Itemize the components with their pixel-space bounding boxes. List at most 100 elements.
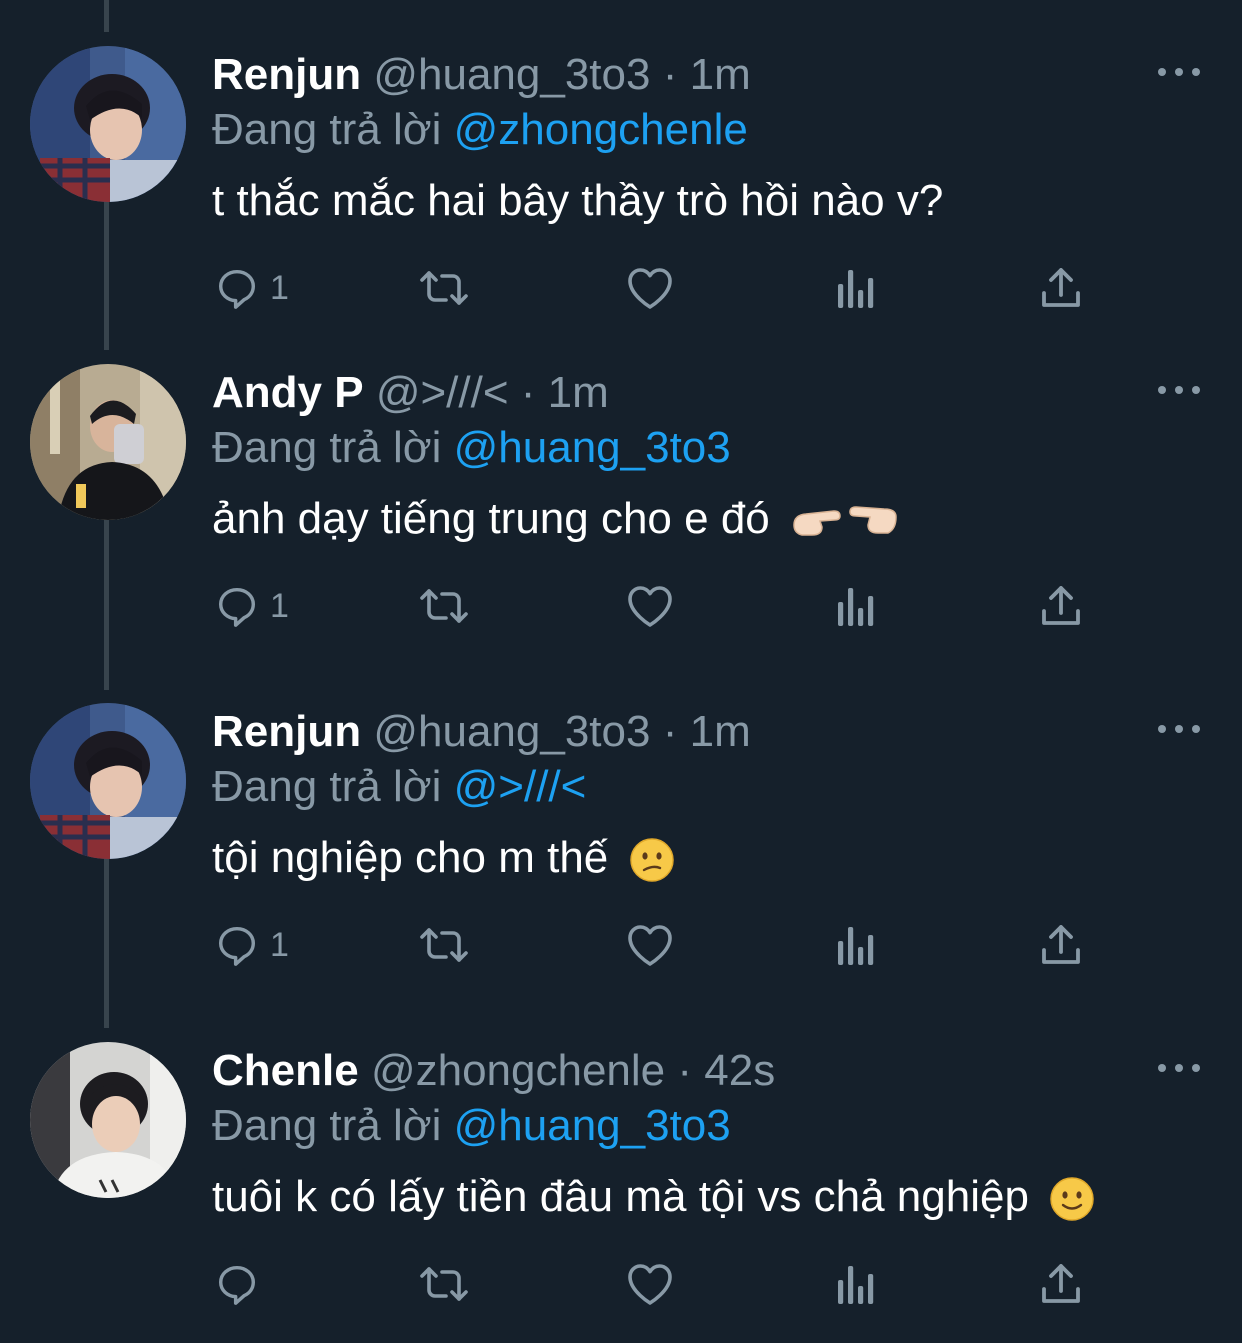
replying-to: Đang trả lời @huang_3to3	[212, 1098, 731, 1154]
retweet-icon	[420, 1267, 468, 1301]
tweet-text: tội nghiệp cho m thế	[212, 829, 675, 887]
tweet[interactable]: Renjun @huang_3to3 · 1m Đang trả lời @>/…	[0, 665, 1242, 1004]
separator: ·	[520, 368, 536, 417]
reply-count: 1	[270, 926, 289, 964]
retweet-button[interactable]	[418, 258, 470, 318]
reply-icon	[218, 587, 256, 627]
reply-icon	[218, 926, 256, 966]
replying-to: Đang trả lời @zhongchenle	[212, 102, 748, 158]
reply-button[interactable]: 1	[214, 915, 289, 975]
share-button[interactable]	[1040, 1254, 1082, 1314]
analytics-button[interactable]	[836, 1254, 876, 1314]
retweet-button[interactable]	[418, 915, 470, 975]
retweet-icon	[420, 589, 468, 623]
handle[interactable]: @>///<	[376, 368, 509, 417]
timestamp[interactable]: 1m	[690, 707, 751, 756]
timestamp[interactable]: 42s	[704, 1046, 775, 1095]
retweet-icon	[420, 928, 468, 962]
more-icon[interactable]	[1158, 62, 1200, 82]
retweet-icon	[420, 271, 468, 305]
replying-to-label: Đang trả lời	[212, 423, 442, 472]
display-name[interactable]: Renjun	[212, 707, 361, 756]
like-icon	[628, 586, 672, 627]
share-button[interactable]	[1040, 915, 1082, 975]
tweet-actions: 1	[0, 258, 1242, 318]
replying-to-label: Đang trả lời	[212, 1101, 442, 1150]
share-button[interactable]	[1040, 258, 1082, 318]
tweet-actions: 1	[0, 915, 1242, 975]
tweet-text: tuôi k có lấy tiền đâu mà tội vs chả ngh…	[212, 1168, 1095, 1226]
reply-button[interactable]: 1	[214, 258, 289, 318]
replying-to-label: Đang trả lời	[212, 762, 442, 811]
separator: ·	[662, 50, 678, 99]
tweet-actions	[0, 1254, 1242, 1314]
like-icon	[628, 925, 672, 966]
display-name[interactable]: Andy P	[212, 368, 364, 417]
avatar[interactable]	[30, 703, 186, 859]
display-name[interactable]: Renjun	[212, 50, 361, 99]
like-button[interactable]	[626, 915, 674, 975]
retweet-button[interactable]	[418, 576, 470, 636]
share-icon	[1042, 1264, 1080, 1303]
like-icon	[628, 268, 672, 309]
analytics-button[interactable]	[836, 258, 876, 318]
tweet-text-content: tuôi k có lấy tiền đâu mà tội vs chả ngh…	[212, 1172, 1029, 1221]
tweet-actions: 1	[0, 576, 1242, 636]
timestamp[interactable]: 1m	[548, 368, 609, 417]
tweet[interactable]: Renjun @huang_3to3 · 1m Đang trả lời @zh…	[0, 8, 1242, 347]
avatar[interactable]	[30, 46, 186, 202]
like-button[interactable]	[626, 1254, 674, 1314]
more-icon[interactable]	[1158, 719, 1200, 739]
tweet[interactable]: Andy P @>///< · 1m Đang trả lời @huang_3…	[0, 326, 1242, 665]
reply-mention-link[interactable]: @huang_3to3	[454, 1101, 731, 1150]
reply-button[interactable]: 1	[214, 576, 289, 636]
replying-to: Đang trả lời @huang_3to3	[212, 420, 731, 476]
reply-icon	[218, 1265, 256, 1305]
replying-to-label: Đang trả lời	[212, 105, 442, 154]
replying-to: Đang trả lời @>///<	[212, 759, 586, 815]
tweet-text-content: t thắc mắc hai bây thầy trò hồi nào v?	[212, 176, 944, 225]
slightly-smiling-face-emoji	[1050, 1177, 1094, 1222]
tweet-header: Andy P @>///< · 1m	[212, 364, 609, 422]
avatar[interactable]	[30, 364, 186, 520]
analytics-icon	[838, 927, 874, 965]
confused-face-emoji	[629, 838, 674, 883]
reply-count: 1	[270, 269, 289, 307]
reply-mention-link[interactable]: @zhongchenle	[454, 105, 748, 154]
like-button[interactable]	[626, 258, 674, 318]
more-icon[interactable]	[1158, 380, 1200, 400]
tweet-header: Chenle @zhongchenle · 42s	[212, 1042, 775, 1100]
reply-count: 1	[270, 587, 289, 625]
display-name[interactable]: Chenle	[212, 1046, 359, 1095]
tweet-text-content: tội nghiệp cho m thế	[212, 833, 609, 882]
handle[interactable]: @zhongchenle	[371, 1046, 665, 1095]
tweet-text-content: ảnh dạy tiếng trung cho e đó	[212, 494, 770, 543]
analytics-button[interactable]	[836, 915, 876, 975]
like-icon	[628, 1264, 672, 1305]
avatar[interactable]	[30, 1042, 186, 1198]
share-button[interactable]	[1040, 576, 1082, 636]
analytics-icon	[838, 270, 874, 308]
tweet-text: ảnh dạy tiếng trung cho e đó	[212, 490, 900, 548]
handle[interactable]: @huang_3to3	[373, 707, 650, 756]
timestamp[interactable]: 1m	[690, 50, 751, 99]
handle[interactable]: @huang_3to3	[373, 50, 650, 99]
separator: ·	[677, 1046, 693, 1095]
tweet-header: Renjun @huang_3to3 · 1m	[212, 46, 751, 104]
tweet-text: t thắc mắc hai bây thầy trò hồi nào v?	[212, 172, 943, 230]
reply-mention-link[interactable]: @>///<	[454, 762, 587, 811]
separator: ·	[662, 707, 678, 756]
share-icon	[1042, 586, 1080, 625]
like-button[interactable]	[626, 576, 674, 636]
analytics-icon	[838, 588, 874, 626]
reply-button[interactable]	[214, 1254, 270, 1314]
analytics-button[interactable]	[836, 576, 876, 636]
reply-mention-link[interactable]: @huang_3to3	[454, 423, 731, 472]
tweet[interactable]: Chenle @zhongchenle · 42s Đang trả lời @…	[0, 1004, 1242, 1343]
share-icon	[1042, 925, 1080, 964]
pointing-hands-emoji	[793, 506, 897, 537]
share-icon	[1042, 268, 1080, 307]
retweet-button[interactable]	[418, 1254, 470, 1314]
more-icon[interactable]	[1158, 1058, 1200, 1078]
reply-icon	[218, 269, 256, 309]
